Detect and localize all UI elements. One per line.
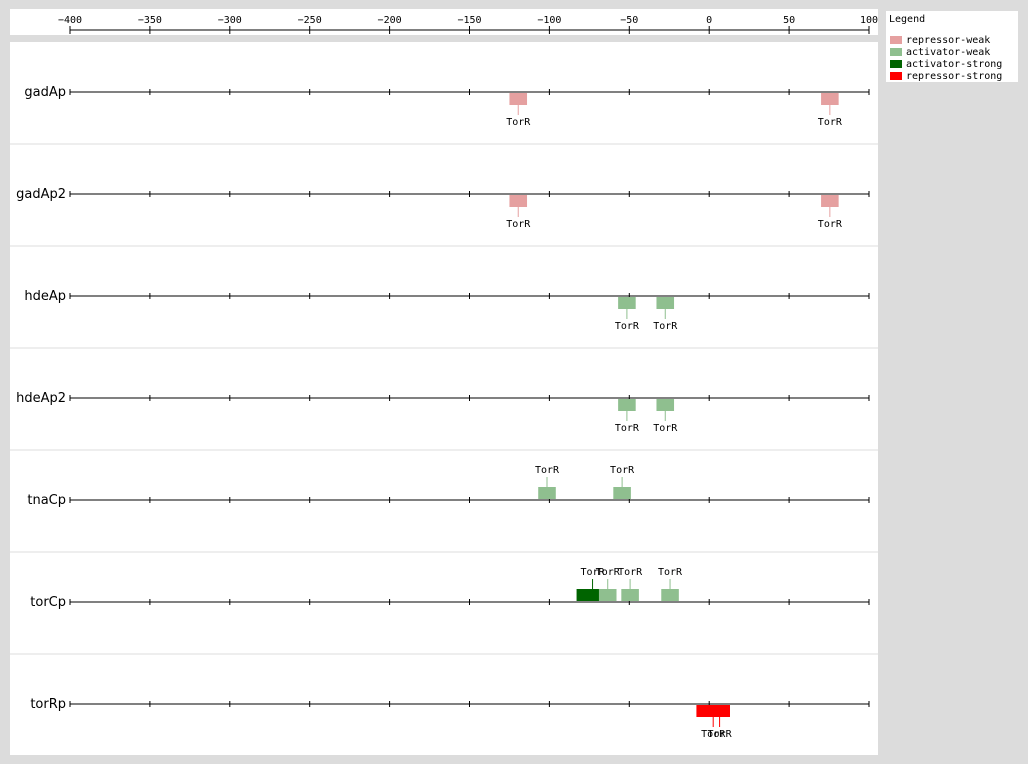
site-label: TorR [535, 465, 560, 476]
binding-site-repressor-weak [821, 93, 839, 105]
axis-tick-label: −150 [457, 15, 481, 26]
binding-site-activator-weak [656, 399, 675, 411]
promoter-row-gadAp: gadAp TorR TorR [24, 85, 870, 128]
binding-site-repressor-weak [509, 93, 528, 105]
binding-site-activator-weak [598, 589, 617, 601]
site-label: TorR [708, 729, 733, 740]
axis-tick-label: −50 [620, 15, 638, 26]
promoter-row-torRp: torRpTorRTorR [10, 653, 878, 740]
promoter-row-hdeAp2: hdeAp2 TorR TorR [10, 347, 878, 434]
site-label: TorR [658, 567, 683, 578]
legend: Legend repressor-weak activator-weak activ… [886, 11, 1018, 82]
promoter-map-stage: −400 −350 −300 −250 −200 −150 −100 −50 0 50 100 ga… [0, 0, 1028, 764]
axis-tick-label: −400 [58, 15, 82, 26]
legend-label: activator-weak [906, 47, 991, 58]
site-label: TorR [818, 219, 843, 230]
axis-tick-label: −200 [378, 15, 402, 26]
binding-site-activator-weak [661, 589, 679, 601]
site-label: TorR [818, 117, 843, 128]
site-label: TorR [618, 567, 643, 578]
binding-site-activator-weak [613, 487, 631, 499]
promoter-name: gadAp [24, 85, 66, 100]
legend-swatch [890, 36, 902, 44]
promoter-row-hdeAp: hdeAp TorR TorR [10, 245, 878, 332]
binding-site-repressor-strong [709, 705, 730, 717]
legend-item: activator-weak [890, 47, 990, 58]
promoter-name: hdeAp [24, 289, 66, 304]
legend-swatch [890, 72, 902, 80]
axis-tick-label: −300 [218, 15, 242, 26]
axis-tick-label: −100 [537, 15, 561, 26]
site-label: TorR [596, 567, 621, 578]
axis-tick-label: 100 [860, 15, 878, 26]
site-label: TorR [615, 321, 640, 332]
promoter-row-tnaCp: tnaCp TorR TorR [10, 449, 878, 508]
legend-item: activator-strong [890, 59, 1002, 70]
binding-site-repressor-weak [509, 195, 528, 207]
promoter-row-gadAp2: gadAp2 TorR TorR [10, 143, 878, 230]
legend-item: repressor-strong [890, 71, 1002, 82]
site-label: TorR [506, 219, 531, 230]
axis-tick-label: 50 [783, 15, 795, 26]
binding-site-activator-weak [618, 399, 636, 411]
site-label: TorR [615, 423, 640, 434]
promoter-name: tnaCp [27, 493, 66, 508]
axis-tick-label: −250 [298, 15, 322, 26]
promoter-name: torRp [30, 697, 66, 712]
legend-label: activator-strong [906, 59, 1003, 70]
site-label: TorR [506, 117, 531, 128]
site-label: TorR [653, 321, 678, 332]
legend-swatch [890, 48, 902, 56]
legend-label: repressor-weak [906, 35, 991, 46]
promoter-name: torCp [30, 595, 66, 610]
legend-label: repressor-strong [906, 71, 1003, 82]
position-axis: −400 −350 −300 −250 −200 −150 −100 −50 0 50 100 [10, 9, 878, 35]
binding-site-repressor-weak [821, 195, 839, 207]
binding-site-activator-weak [618, 297, 636, 309]
binding-site-activator-weak [656, 297, 675, 309]
axis-tick-label: −350 [138, 15, 162, 26]
axis-tick-label: 0 [706, 15, 712, 26]
binding-site-activator-weak [538, 487, 556, 499]
binding-site-activator-weak [621, 589, 639, 601]
promoter-row-torCp: torCpTorR TorR TorRTorR [10, 551, 878, 610]
site-label: TorR [653, 423, 678, 434]
promoter-tracks: gadApTorR TorRgadAp2TorR TorRhdeApTorR TorR… [10, 42, 878, 755]
promoter-name: hdeAp2 [16, 391, 66, 406]
legend-item: repressor-weak [890, 35, 990, 46]
legend-swatch [890, 60, 902, 68]
legend-title: Legend [889, 14, 926, 25]
promoter-name: gadAp2 [16, 187, 66, 202]
site-label: TorR [610, 465, 635, 476]
